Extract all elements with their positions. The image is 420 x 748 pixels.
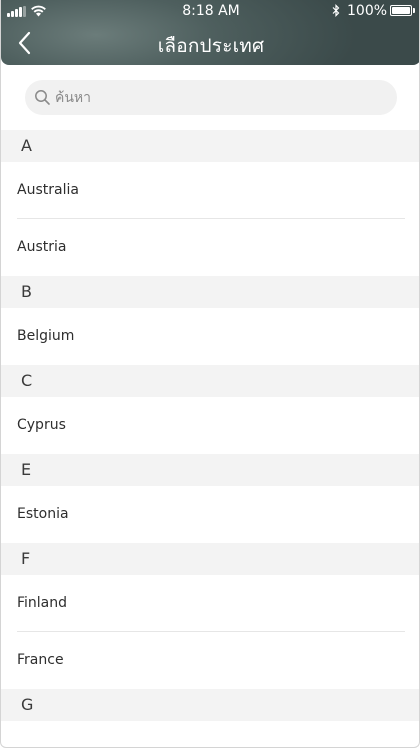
country-item-estonia[interactable]: Estonia (1, 486, 419, 543)
section-header-a: A (1, 130, 419, 162)
page-title: เลือกประเทศ (157, 35, 265, 57)
status-bar: 8:18 AM 100% (1, 0, 419, 22)
battery-tip (413, 8, 415, 13)
battery-fill (392, 7, 410, 14)
country-item-cyprus[interactable]: Cyprus (1, 397, 419, 454)
search-bar[interactable] (25, 80, 397, 115)
country-item-finland[interactable]: Finland (1, 575, 419, 632)
section-header-g: G (1, 689, 419, 721)
country-item-belgium[interactable]: Belgium (1, 308, 419, 365)
section-header-c: C (1, 365, 419, 397)
country-item-australia[interactable]: Australia (1, 162, 419, 219)
section-header-f: F (1, 543, 419, 575)
navigation-header: 8:18 AM 100% เลือกประเทศ (1, 0, 419, 65)
search-icon (35, 90, 50, 105)
section-header-b: B (1, 276, 419, 308)
country-picker-screen: 8:18 AM 100% เลือกประเทศ AAustraliaAustr… (0, 0, 420, 748)
country-item-france[interactable]: France (1, 632, 419, 689)
country-list: A Australia Austria B Belgium C Cyprus E Estonia… (1, 130, 419, 721)
section-header-e: E (1, 454, 419, 486)
bluetooth-icon (332, 4, 340, 17)
country-item-austria[interactable]: Austria (1, 219, 419, 276)
battery-icon (390, 5, 412, 16)
battery-percentage: 100% (347, 3, 388, 19)
search-input[interactable] (55, 80, 385, 115)
